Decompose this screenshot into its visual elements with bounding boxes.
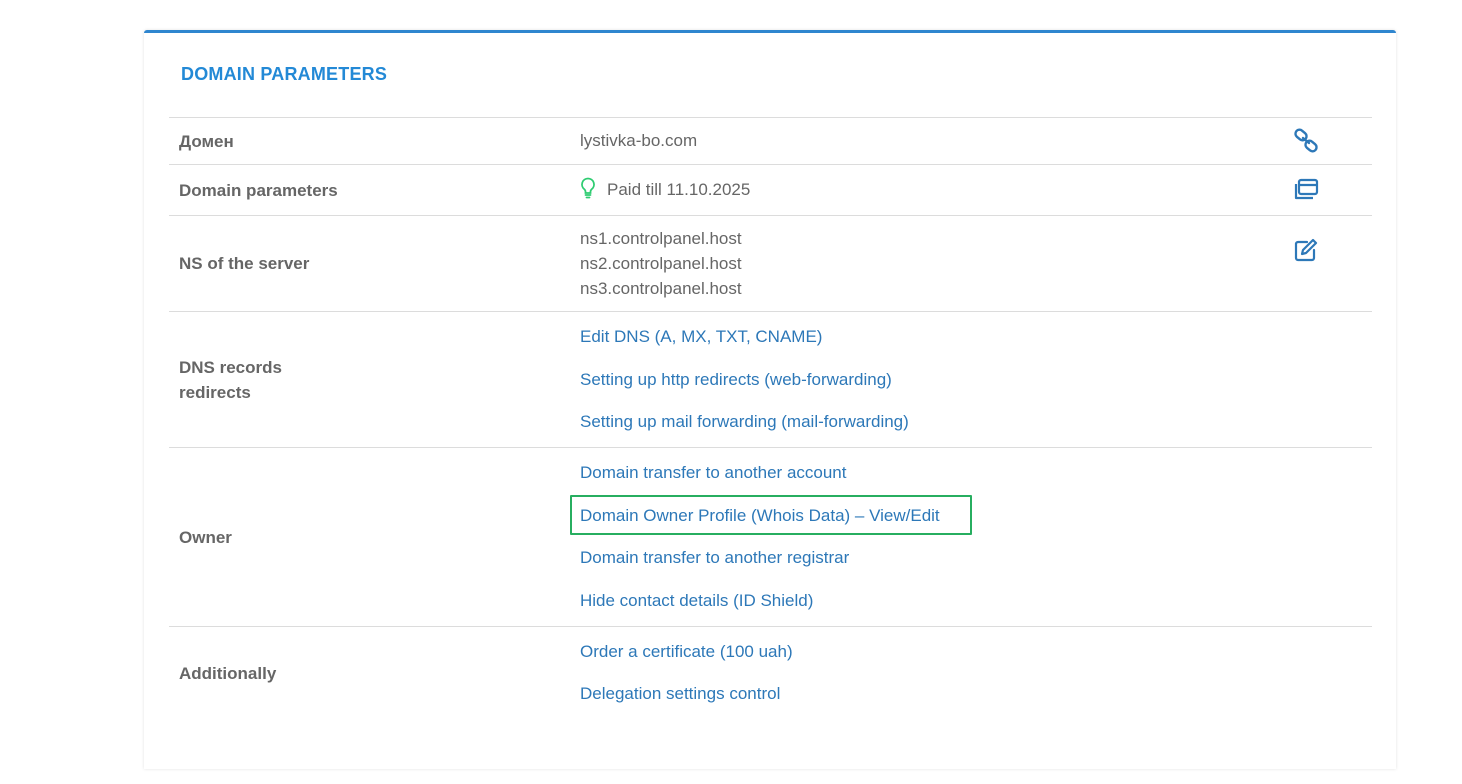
delegation-settings-link[interactable]: Delegation settings control <box>580 681 780 706</box>
ns-label: NS of the server <box>179 254 310 273</box>
http-redirects-link[interactable]: Setting up http redirects (web-forwardin… <box>580 367 892 392</box>
row-domain-parameters: Domain parameters Paid till 11.10.2025 <box>169 164 1372 215</box>
ns-server-1: ns1.controlpanel.host <box>580 229 742 248</box>
row-additionally: Additionally Order a certificate (100 ua… <box>169 626 1372 720</box>
edit-dns-link[interactable]: Edit DNS (A, MX, TXT, CNAME) <box>580 324 822 349</box>
panel-title: DOMAIN PARAMETERS <box>181 64 388 84</box>
lightbulb-icon <box>581 177 595 199</box>
edit-icon[interactable] <box>1293 237 1319 263</box>
domain-label: Домен <box>179 131 234 151</box>
window-stack-icon[interactable] <box>1293 176 1319 202</box>
row-dns-records: DNS records redirects Edit DNS (A, MX, T… <box>169 311 1372 447</box>
domain-parameters-panel: DOMAIN PARAMETERS Домен lystivka-bo.com … <box>144 30 1396 769</box>
paid-status: Paid till 11.10.2025 <box>607 180 751 199</box>
row-owner: Owner Domain transfer to another account… <box>169 447 1372 626</box>
dns-label: DNS records redirects <box>179 357 282 402</box>
parameters-table: Домен lystivka-bo.com Domain parameters … <box>169 117 1372 720</box>
transfer-registrar-link[interactable]: Domain transfer to another registrar <box>580 545 849 570</box>
owner-label: Owner <box>179 527 232 547</box>
transfer-account-link[interactable]: Domain transfer to another account <box>580 460 846 485</box>
link-icon[interactable] <box>1293 128 1319 154</box>
ns-server-3: ns3.controlpanel.host <box>580 279 742 298</box>
ns-server-2: ns2.controlpanel.host <box>580 254 742 273</box>
id-shield-link[interactable]: Hide contact details (ID Shield) <box>580 588 813 613</box>
mail-forwarding-link[interactable]: Setting up mail forwarding (mail-forward… <box>580 409 909 434</box>
whois-profile-link[interactable]: Domain Owner Profile (Whois Data) – View… <box>580 503 940 528</box>
additionally-label: Additionally <box>179 664 277 683</box>
domain-value: lystivka-bo.com <box>580 131 698 150</box>
domain-parameters-label: Domain parameters <box>179 180 338 200</box>
row-domain: Домен lystivka-bo.com <box>169 117 1372 164</box>
order-certificate-link[interactable]: Order a certificate (100 uah) <box>580 639 793 664</box>
row-ns-servers: NS of the server ns1.controlpanel.host n… <box>169 215 1372 311</box>
